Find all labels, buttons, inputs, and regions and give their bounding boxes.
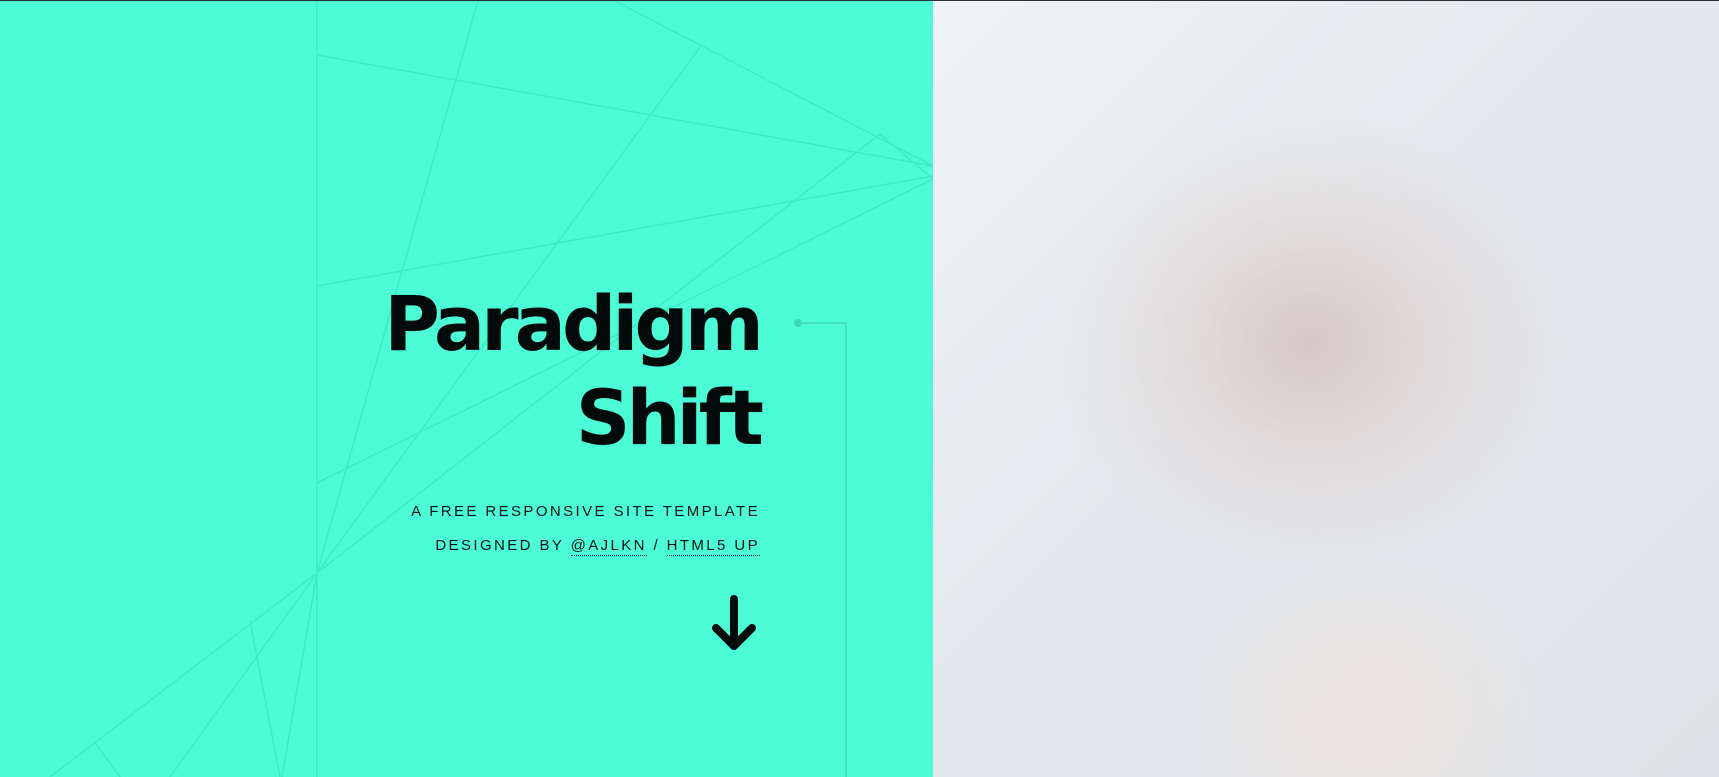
credit-separator: /: [653, 537, 661, 554]
designed-by-label: DESIGNED BY: [435, 537, 564, 554]
blurred-background-image: [933, 1, 1719, 777]
page: Paradigm Shift A FREE RESPONSIVE SITE TE…: [0, 0, 1719, 777]
hero-subtitle: A FREE RESPONSIVE SITE TEMPLATE DESIGNED…: [411, 495, 760, 563]
arrow-down-icon[interactable]: [709, 595, 759, 653]
credits: DESIGNED BY @AJLKN / HTML5 UP: [411, 529, 760, 563]
title-line-1: Paradigm: [384, 279, 764, 368]
hero-panel: Paradigm Shift A FREE RESPONSIVE SITE TE…: [0, 1, 933, 777]
page-title: Paradigm Shift: [384, 277, 764, 465]
author-link[interactable]: @AJLKN: [570, 537, 647, 556]
title-line-2: Shift: [575, 373, 764, 462]
tagline: A FREE RESPONSIVE SITE TEMPLATE: [411, 503, 760, 520]
html5up-link[interactable]: HTML5 UP: [666, 537, 760, 556]
